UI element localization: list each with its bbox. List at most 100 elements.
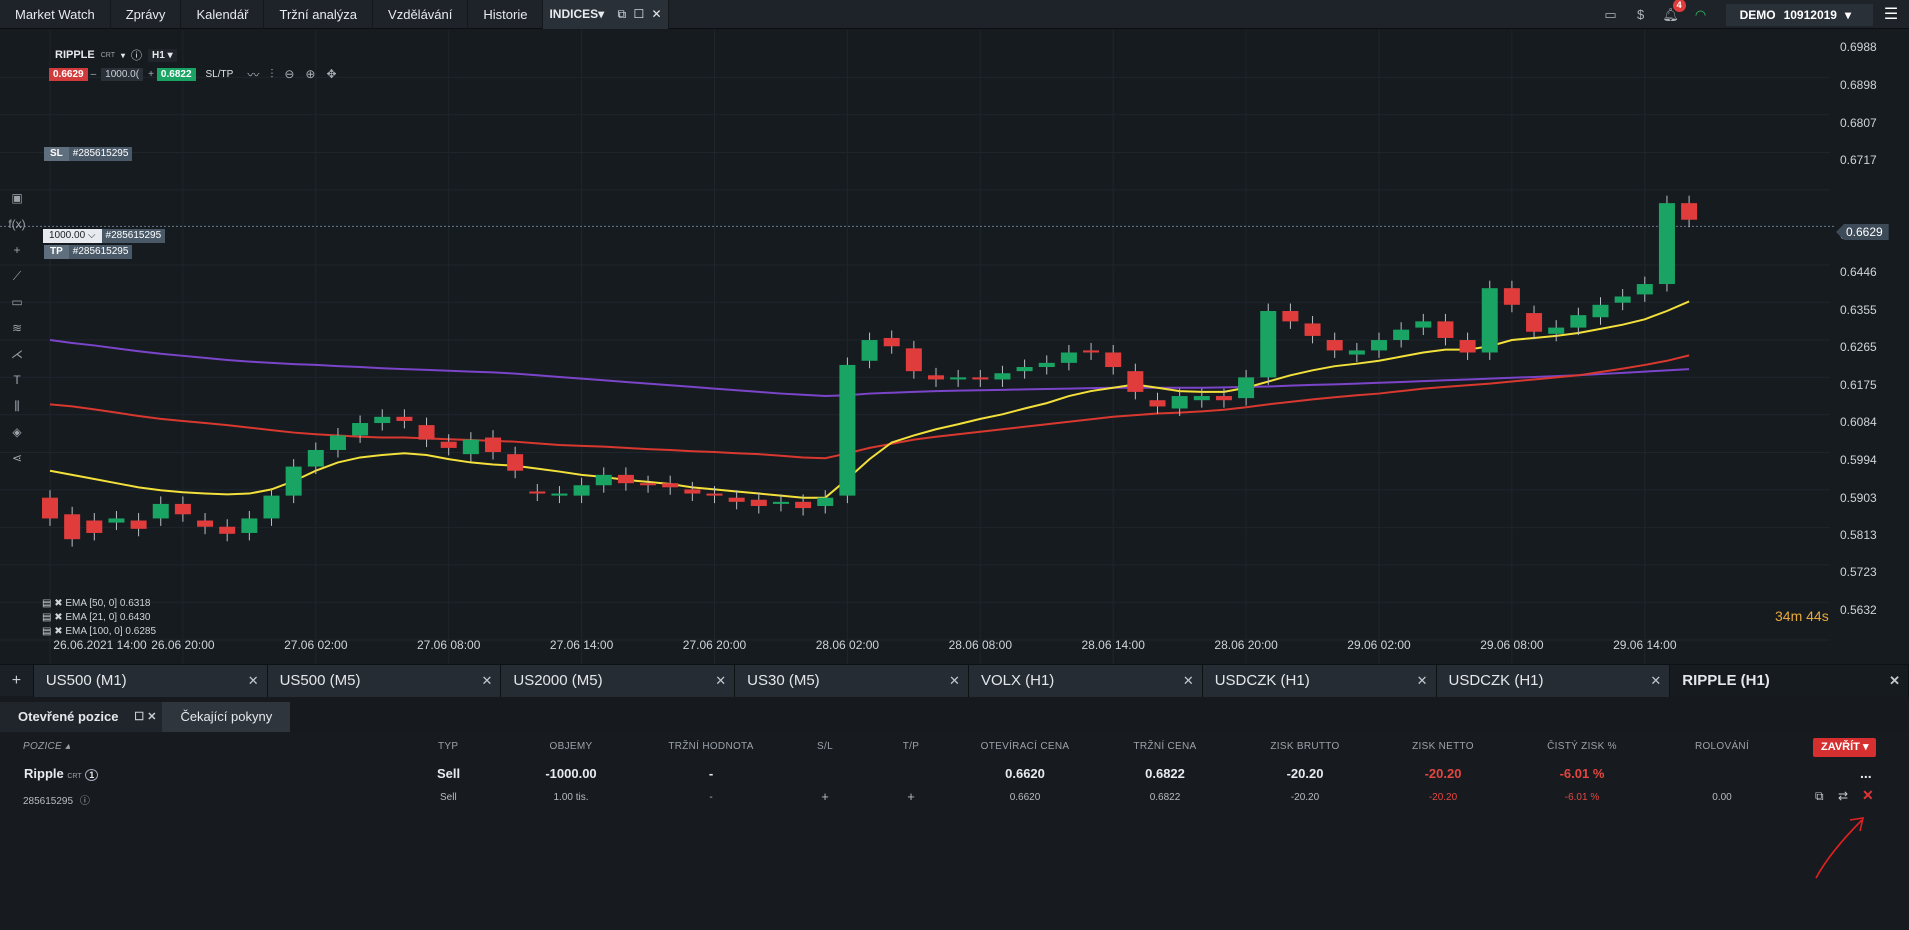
price-chart[interactable] <box>0 30 1909 664</box>
function-icon[interactable]: f(x) <box>0 211 34 237</box>
timeframe-select[interactable]: H1 ▾ <box>148 48 177 62</box>
position-row[interactable]: 285615295 ⓘ <box>23 792 90 807</box>
menu-history[interactable]: Historie <box>468 0 544 29</box>
candle-body <box>307 449 324 467</box>
close-tab-icon[interactable]: ✕ <box>949 665 960 697</box>
close-tab-icon[interactable]: ✕ <box>1183 665 1194 697</box>
sell-price-button[interactable]: 0.6629 <box>49 67 88 81</box>
hamburger-menu-icon[interactable]: ☰ <box>1873 4 1909 26</box>
col-open-price[interactable]: OTEVÍRACÍ CENA <box>981 741 1070 752</box>
chart-tab[interactable]: US30 (M5) ✕ <box>735 665 969 697</box>
candle-body <box>684 489 701 494</box>
chart-tab[interactable]: USDCZK (H1) ✕ <box>1436 665 1671 697</box>
summary-market-price: 0.6822 <box>1145 766 1185 781</box>
legend-ema100[interactable]: ▤ ✖ EMA [100, 0] 0.6285 <box>42 625 156 639</box>
price-label: 0.5723 <box>1840 565 1877 580</box>
line-tool-icon[interactable]: ⟋ <box>0 263 34 289</box>
panel-icon[interactable]: ▣ <box>0 185 34 211</box>
tp-tag[interactable]: TP #285615295 <box>44 245 133 259</box>
close-tab-icon[interactable]: ✕ <box>1417 665 1428 697</box>
layout-icon[interactable]: ▭ <box>1600 4 1622 26</box>
menu-calendar[interactable]: Kalendář <box>181 0 265 29</box>
sl-tag[interactable]: SL #285615295 <box>44 147 133 161</box>
chart-area[interactable] <box>0 30 1909 664</box>
col-gross[interactable]: ZISK BRUTTO <box>1270 741 1339 752</box>
price-label: 0.6807 <box>1840 115 1877 130</box>
col-position[interactable]: POZICE ▴ <box>23 741 70 752</box>
sltp-button[interactable]: SL/TP <box>206 69 234 80</box>
copy-icon[interactable]: ⧉ <box>1815 789 1824 804</box>
symbol-name[interactable]: RIPPLE <box>55 49 95 61</box>
close-tab-icon[interactable]: ✕ <box>248 665 259 697</box>
zoom-in-icon[interactable]: ⊕ <box>305 67 315 81</box>
plus-button[interactable]: + <box>145 69 157 80</box>
menu-news[interactable]: Zprávy <box>111 0 182 29</box>
minus-button[interactable]: – <box>88 69 100 80</box>
info-icon[interactable]: ⓘ <box>80 796 90 807</box>
close-position-icon[interactable]: ✕ <box>1862 787 1874 804</box>
col-sl[interactable]: S/L <box>817 741 833 752</box>
close-tab-icon[interactable]: ✕ <box>1650 665 1661 697</box>
main-menu: Market Watch Zprávy Kalendář Tržní analý… <box>0 0 669 29</box>
col-market-value[interactable]: TRŽNÍ HODNOTA <box>668 741 753 752</box>
tab-open-positions[interactable]: Otevřené pozice ☐ ✕ <box>0 702 163 732</box>
crosshair-icon[interactable]: ✥ <box>326 67 336 81</box>
add-chart-icon[interactable]: + <box>0 665 34 697</box>
rectangle-tool-icon[interactable]: ▭ <box>0 289 34 315</box>
bell-icon[interactable]: 🔔︎ 4 <box>1660 0 1686 26</box>
quantity-input[interactable]: 1000.0( <box>101 67 144 81</box>
candle-body <box>1171 396 1188 409</box>
maximize-icon[interactable]: ☐ <box>633 7 644 21</box>
close-tab-icon[interactable]: ✕ <box>481 665 492 697</box>
chart-tab-active[interactable]: RIPPLE (H1) ✕ <box>1670 665 1909 697</box>
position-summary-row[interactable]: Ripple CRT 1 <box>24 766 99 781</box>
text-tool-icon[interactable]: T <box>0 367 34 393</box>
chart-tab[interactable]: US500 (M1) ✕ <box>33 665 268 697</box>
add-sl-button[interactable]: + <box>821 789 829 804</box>
position-qty[interactable]: 1000.00 ⌵ <box>43 229 102 243</box>
fibonacci-tool-icon[interactable]: ≋ <box>0 315 34 341</box>
layers-icon[interactable]: ◈ <box>0 419 34 445</box>
close-all-button[interactable]: ZAVŘÍT ▾ <box>1813 738 1877 757</box>
zoom-out-icon[interactable]: ⊖ <box>284 67 294 81</box>
chart-tab[interactable]: VOLX (H1) ✕ <box>968 665 1203 697</box>
candle-body <box>462 439 479 455</box>
col-net[interactable]: ZISK NETTO <box>1412 741 1474 752</box>
buy-price-button[interactable]: 0.6822 <box>156 67 196 81</box>
close-icon[interactable]: ✕ <box>652 7 662 21</box>
crosshair-tool-icon[interactable]: + <box>0 237 34 263</box>
info-icon[interactable]: ⓘ <box>131 47 142 63</box>
currency-exchange-icon[interactable]: $ <box>1630 4 1652 26</box>
reverse-icon[interactable]: ⇄ <box>1838 789 1848 803</box>
tab-pending-orders[interactable]: Čekající pokyny <box>162 702 291 732</box>
pitchfork-tool-icon[interactable]: ⋌ <box>0 341 34 367</box>
chart-tab[interactable]: USDCZK (H1) ✕ <box>1202 665 1437 697</box>
menu-market-analysis[interactable]: Tržní analýza <box>264 0 374 29</box>
share-icon[interactable]: ⋖ <box>0 445 34 471</box>
more-options-icon[interactable]: ... <box>1860 765 1872 781</box>
measure-tool-icon[interactable]: ⫼ <box>0 393 34 419</box>
add-tp-button[interactable]: + <box>907 789 915 804</box>
menu-education[interactable]: Vzdělávání <box>373 0 469 29</box>
legend-ema50[interactable]: ▤ ✖ EMA [50, 0] 0.6318 <box>42 597 156 611</box>
col-net-pct[interactable]: ČISTÝ ZISK % <box>1547 741 1617 752</box>
line-chart-icon[interactable]: 〰 <box>247 66 259 83</box>
col-volume[interactable]: OBJEMY <box>550 741 593 752</box>
col-market-price[interactable]: TRŽNÍ CENA <box>1134 741 1197 752</box>
legend-ema21[interactable]: ▤ ✖ EMA [21, 0] 0.6430 <box>42 611 156 625</box>
chart-tab[interactable]: US500 (M5) ✕ <box>267 665 502 697</box>
chart-tab[interactable]: US2000 (M5) ✕ <box>501 665 736 697</box>
close-tab-icon[interactable]: ✕ <box>1889 665 1900 697</box>
menu-market-watch[interactable]: Market Watch <box>0 0 111 29</box>
position-tag[interactable]: 1000.00 ⌵ #285615295 <box>43 229 166 243</box>
window-close-icons[interactable]: ☐ ✕ <box>134 702 156 732</box>
close-tab-icon[interactable]: ✕ <box>715 665 726 697</box>
caret-down-icon[interactable]: ▾ <box>121 51 125 60</box>
menu-indices[interactable]: INDICES▾ ⧉ ☐ ✕ <box>543 0 669 29</box>
popout-icon[interactable]: ⧉ <box>618 7 627 21</box>
col-rollover[interactable]: ROLOVÁNÍ <box>1695 741 1749 752</box>
indicators-icon[interactable]: ⫶ <box>270 67 273 82</box>
account-selector[interactable]: DEMO 10912019 ▾ <box>1725 3 1873 26</box>
col-type[interactable]: TYP <box>438 741 458 752</box>
col-tp[interactable]: T/P <box>903 741 919 752</box>
